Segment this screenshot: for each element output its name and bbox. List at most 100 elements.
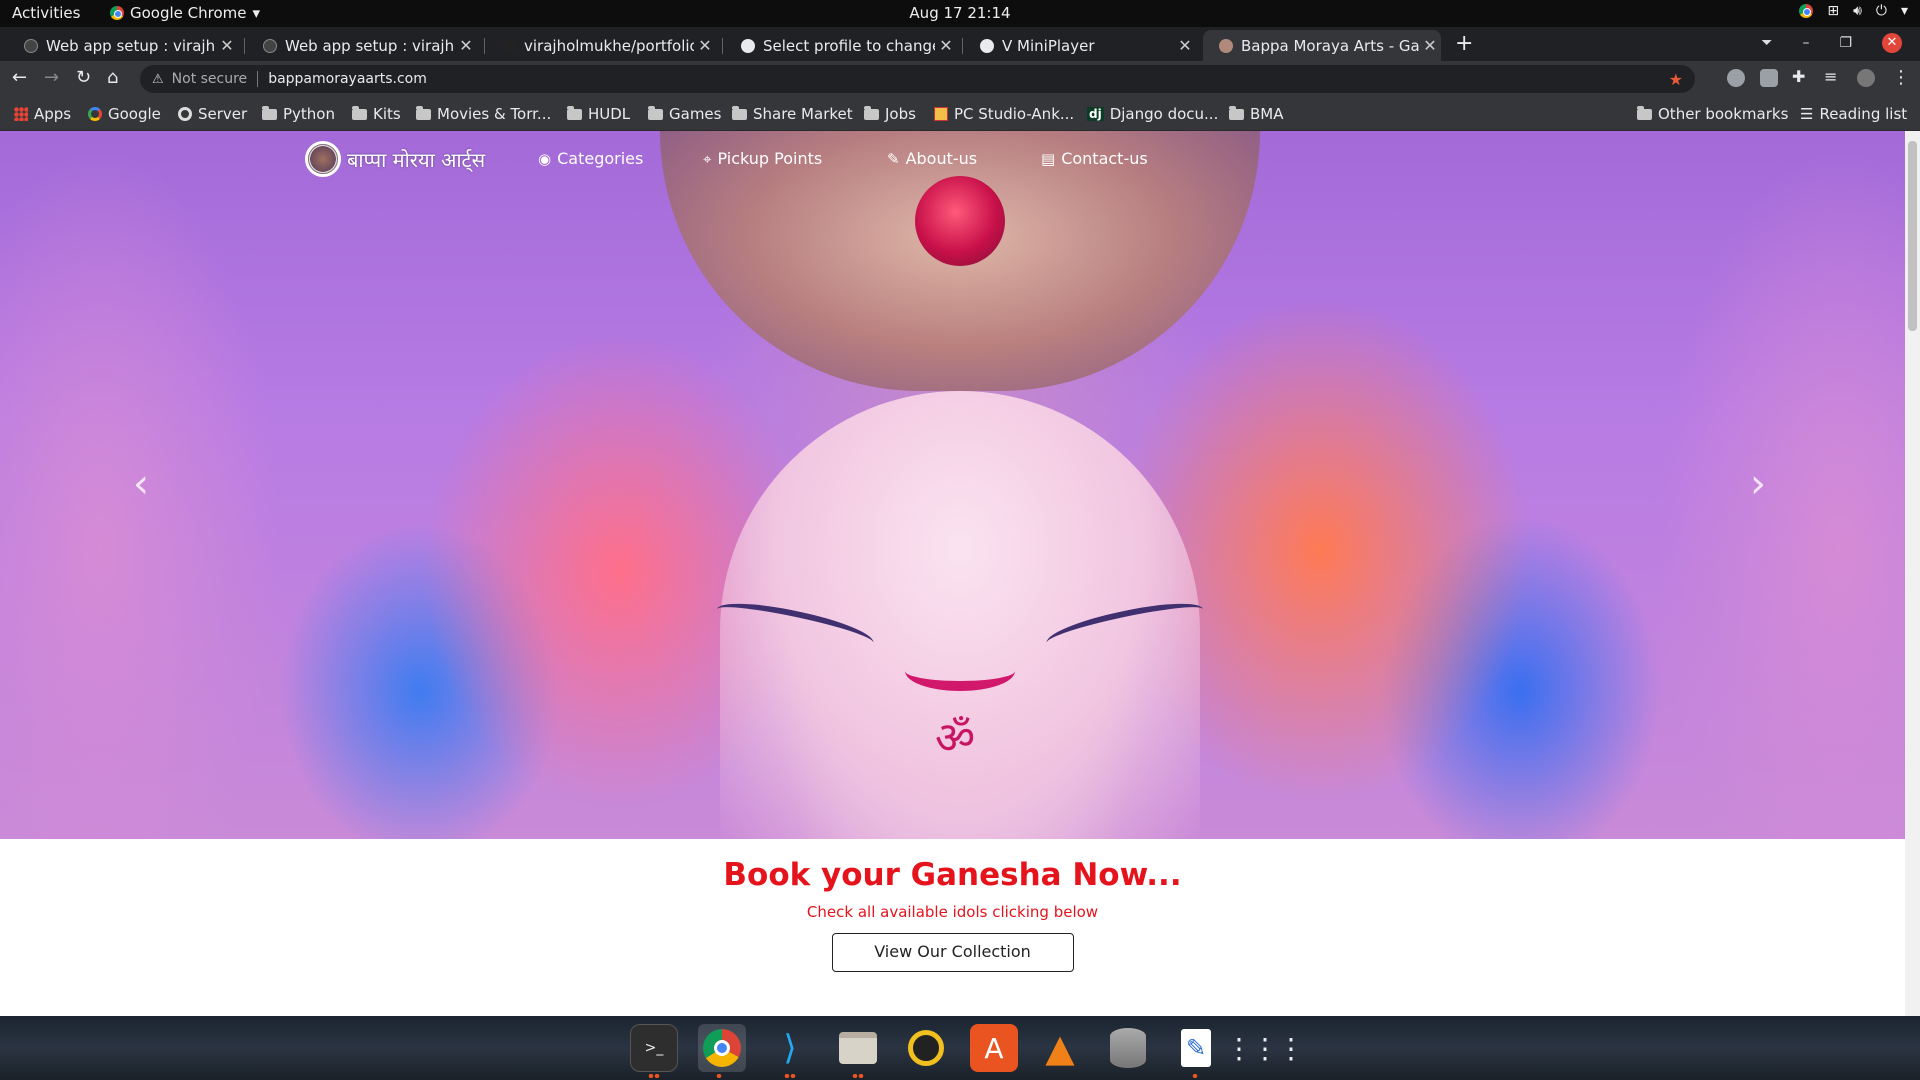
close-tab-icon[interactable]: ✕: [216, 36, 238, 55]
new-tab-button[interactable]: +: [1455, 31, 1473, 56]
chrome-icon[interactable]: [698, 1024, 746, 1072]
vscode-icon[interactable]: ⟩: [766, 1024, 814, 1072]
bookmark-bma[interactable]: BMA: [1229, 105, 1284, 123]
globe-icon: [741, 38, 755, 53]
tab-strip: Web app setup : virajholm ✕ Web app setu…: [0, 27, 1920, 61]
tab-web-app-setup-1[interactable]: Web app setup : virajholm ✕: [8, 30, 238, 61]
extensions-puzzle-icon[interactable]: ✚: [1792, 67, 1805, 86]
back-button[interactable]: ←: [12, 67, 27, 88]
bookmark-python[interactable]: Python: [262, 105, 335, 123]
extension-icon[interactable]: [1727, 69, 1745, 87]
terminal-icon[interactable]: >_: [630, 1024, 678, 1072]
bookmark-pc-studio[interactable]: PC Studio-Ank...: [934, 105, 1074, 123]
cta-title: Book your Ganesha Now...: [723, 857, 1182, 893]
carousel-next-icon[interactable]: ›: [1750, 461, 1766, 507]
nav-categories[interactable]: ◉ Categories: [538, 149, 643, 168]
globe-icon: [980, 38, 994, 53]
bookmark-server[interactable]: Server: [178, 105, 247, 123]
chevron-down-icon[interactable]: ▾: [1901, 3, 1908, 19]
tab-select-profile[interactable]: Select profile to change | ✕: [725, 30, 957, 61]
bookmark-jobs[interactable]: Jobs: [864, 105, 916, 123]
activities-button[interactable]: Activities: [12, 4, 80, 22]
bookmark-hudl[interactable]: HUDL: [567, 105, 630, 123]
scrollbar-thumb[interactable]: [1908, 141, 1917, 331]
reading-list[interactable]: ☰ Reading list: [1800, 105, 1907, 123]
nav-about-us[interactable]: ✎ About-us: [887, 149, 977, 168]
close-tab-icon[interactable]: ✕: [1174, 36, 1196, 55]
clock[interactable]: Aug 17 21:14: [909, 4, 1010, 22]
bookmark-other[interactable]: Other bookmarks: [1637, 105, 1788, 123]
forward-button[interactable]: →: [44, 67, 59, 88]
dock: >_ ⟩ A ▲ ✎ ⋮⋮⋮: [0, 1016, 1920, 1080]
tab-miniplayer[interactable]: V MiniPlayer ✕: [964, 30, 1196, 61]
bookmark-share-market[interactable]: Share Market: [732, 105, 853, 123]
text-editor-icon[interactable]: ✎: [1172, 1024, 1220, 1072]
bookmark-star-icon[interactable]: ★: [1669, 70, 1683, 89]
extension-icon[interactable]: [1760, 69, 1778, 87]
power-icon[interactable]: ⏻: [1876, 3, 1887, 19]
nav-contact-us[interactable]: ▤ Contact-us: [1041, 149, 1148, 168]
carousel-prev-icon[interactable]: ‹: [133, 461, 149, 507]
bookmark-google[interactable]: Google: [88, 105, 161, 123]
tab-web-app-setup-2[interactable]: Web app setup : virajholm ✕: [247, 30, 477, 61]
close-window-button[interactable]: ✕: [1882, 33, 1902, 53]
home-button[interactable]: ⌂: [107, 67, 118, 88]
globe-icon: [178, 107, 192, 121]
chrome-icon: [110, 6, 124, 20]
tab-title: virajholmukhe/portfolio: [524, 36, 694, 55]
site-logo[interactable]: बाप्पा मोरया आर्ट्स: [305, 141, 485, 177]
reading-list-icon: ☰: [1800, 105, 1814, 123]
app-menu[interactable]: Google Chrome ▾: [110, 4, 260, 22]
system-tray[interactable]: ⊞ 🔊︎ ⏻ ▾: [1799, 3, 1908, 19]
chevron-down-icon: ▾: [252, 4, 261, 22]
bookmark-django[interactable]: dj Django docu...: [1087, 105, 1218, 123]
github-icon: [502, 38, 516, 53]
url-text[interactable]: bappamorayaarts.com: [268, 71, 427, 87]
system-top-bar: Activities Google Chrome ▾ Aug 17 21:14 …: [0, 0, 1920, 27]
close-tab-icon[interactable]: ✕: [694, 36, 716, 55]
close-tab-icon[interactable]: ✕: [935, 36, 957, 55]
profile-avatar[interactable]: [1857, 69, 1875, 87]
close-tab-icon[interactable]: ✕: [455, 36, 477, 55]
warning-icon[interactable]: ⚠: [152, 72, 164, 87]
chrome-menu-icon[interactable]: ⋮: [1892, 67, 1910, 88]
django-icon: dj: [1087, 107, 1104, 121]
cta-subtitle: Check all available idols clicking below: [806, 903, 1099, 921]
folder-icon: [352, 105, 367, 120]
database-icon[interactable]: [1104, 1024, 1152, 1072]
folder-icon: [262, 105, 277, 120]
bookmark-movies[interactable]: Movies & Torr...: [416, 105, 551, 123]
reload-button[interactable]: ↻: [76, 67, 91, 88]
tab-search-icon[interactable]: ⏷: [1761, 35, 1772, 51]
bookmark-games[interactable]: Games: [648, 105, 721, 123]
hero-carousel[interactable]: ॐ ‹ › बाप्पा मोरया आर्ट्स ◉ Categories ⌖…: [0, 131, 1905, 839]
show-apps-icon[interactable]: ⋮⋮⋮: [1225, 1024, 1305, 1072]
network-icon[interactable]: ⊞: [1827, 3, 1839, 19]
tab-title: Web app setup : virajholm: [285, 36, 455, 55]
vlc-icon[interactable]: ▲: [1036, 1024, 1084, 1072]
media-control-icon[interactable]: ≡: [1824, 67, 1837, 86]
rhythmbox-icon[interactable]: [902, 1024, 950, 1072]
volume-icon[interactable]: 🔊︎: [1853, 3, 1862, 19]
minimize-button[interactable]: –: [1802, 35, 1809, 51]
page-scrollbar[interactable]: [1905, 131, 1920, 1016]
tab-bappa-moraya-arts[interactable]: Bappa Moraya Arts - Ganp ✕: [1203, 30, 1441, 61]
tab-title: Web app setup : virajholm: [46, 36, 216, 55]
security-indicator[interactable]: Not secure: [172, 71, 248, 87]
nav-pickup-points[interactable]: ⌖ Pickup Points: [703, 149, 822, 168]
software-center-icon[interactable]: A: [970, 1024, 1018, 1072]
bookmarks-bar: Apps Google Server Python Kits Movies & …: [0, 97, 1920, 131]
tilak-image: [905, 651, 1015, 691]
app-menu-label: Google Chrome: [130, 4, 247, 22]
bookmark-apps[interactable]: Apps: [14, 105, 71, 123]
address-bar[interactable]: ⚠ Not secure bappamorayaarts.com ★: [140, 65, 1695, 93]
bookmark-kits[interactable]: Kits: [352, 105, 401, 123]
chrome-indicator-icon[interactable]: [1799, 4, 1814, 18]
files-icon[interactable]: [834, 1024, 882, 1072]
maximize-button[interactable]: ❐: [1839, 35, 1852, 51]
tab-portfolio[interactable]: virajholmukhe/portfolio ✕: [486, 30, 716, 61]
view-collection-button[interactable]: View Our Collection: [831, 933, 1074, 972]
close-tab-icon[interactable]: ✕: [1419, 36, 1441, 55]
tab-favicon-icon: [24, 38, 38, 53]
om-symbol-image: ॐ: [935, 713, 976, 764]
